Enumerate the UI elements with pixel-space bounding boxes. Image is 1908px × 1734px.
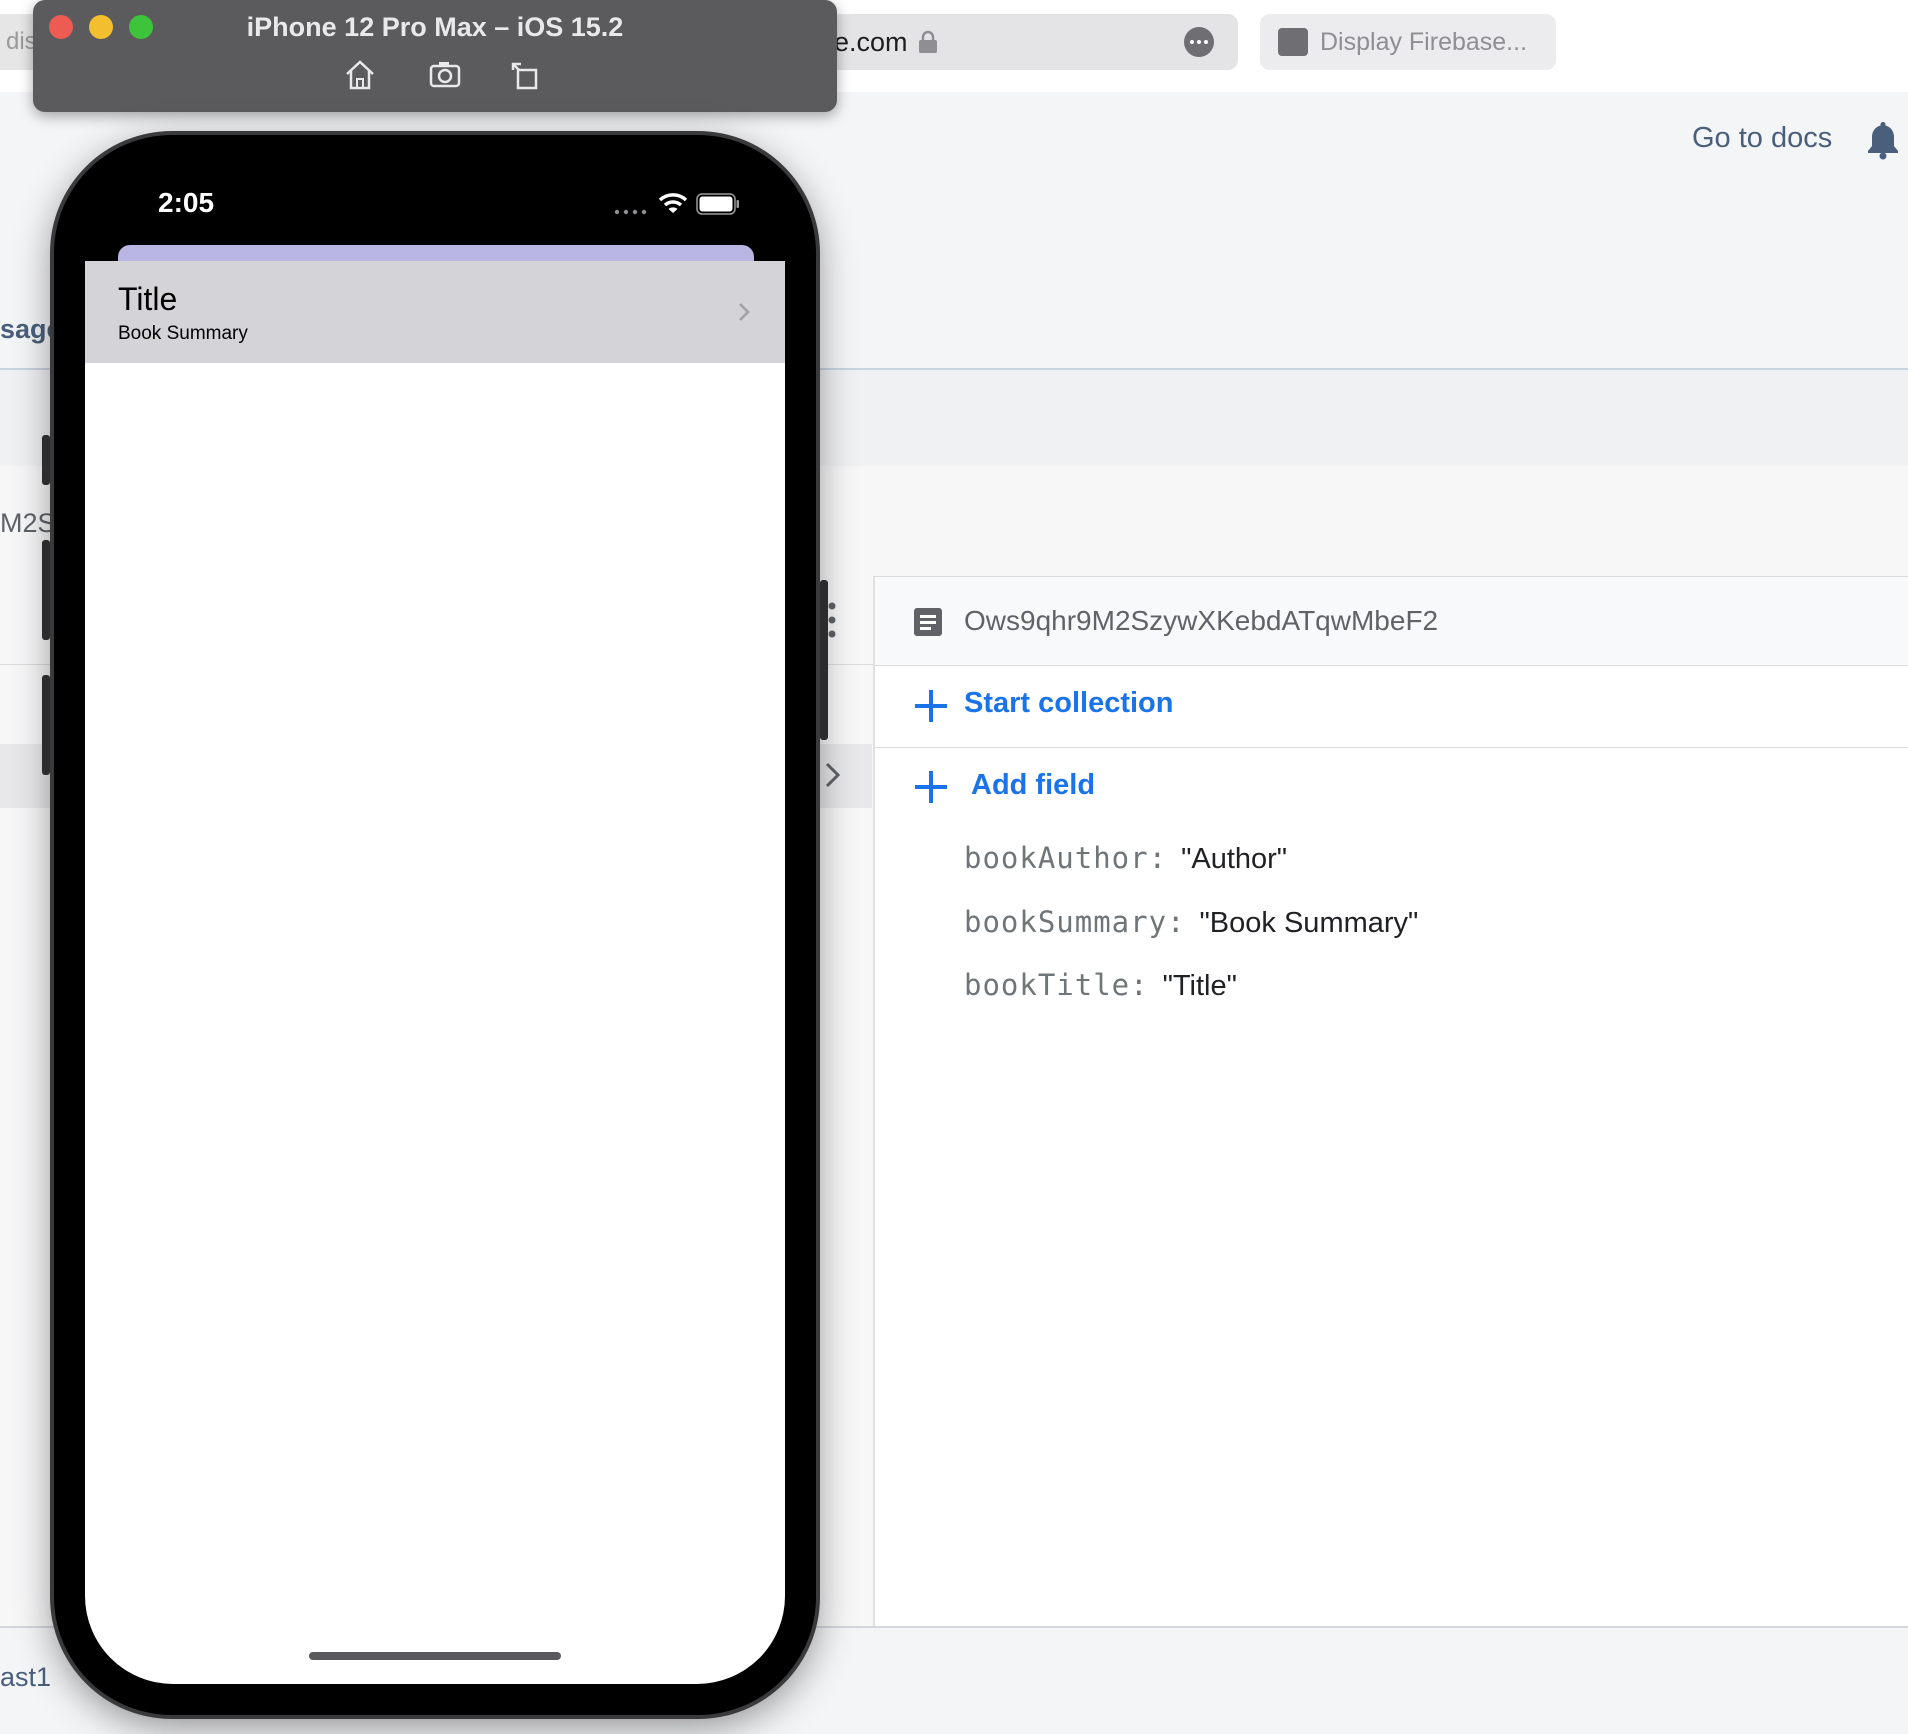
battery-icon bbox=[696, 193, 739, 215]
side-button bbox=[820, 580, 828, 740]
document-header: Ows9qhr9M2SzywXKebdATqwMbeF2 bbox=[875, 577, 1908, 666]
field-key: bookAuthor: bbox=[964, 841, 1168, 875]
bell-icon[interactable] bbox=[1866, 120, 1900, 160]
book-list-item[interactable]: Title Book Summary bbox=[85, 261, 785, 363]
document-icon bbox=[914, 608, 942, 636]
start-collection-label: Start collection bbox=[964, 687, 1174, 719]
document-id-fragment: M2S bbox=[0, 508, 56, 538]
home-indicator[interactable] bbox=[309, 1652, 561, 1660]
region-fragment: ast1 bbox=[0, 1662, 52, 1692]
mute-switch bbox=[42, 435, 50, 485]
chevron-right-icon bbox=[825, 762, 841, 788]
signal-icon bbox=[614, 209, 647, 215]
field-row[interactable]: bookTitle: "Title" bbox=[964, 968, 1237, 1003]
status-bar-time: 2:05 bbox=[158, 187, 215, 218]
volume-up-button bbox=[42, 540, 50, 640]
browser-tab-right[interactable]: Display Firebase... bbox=[1260, 14, 1556, 70]
more-icon[interactable] bbox=[1184, 27, 1214, 57]
field-key: bookSummary: bbox=[964, 905, 1186, 939]
screenshot-icon[interactable] bbox=[429, 58, 463, 92]
volume-down-button bbox=[42, 675, 50, 775]
add-field-button[interactable]: Add field bbox=[875, 747, 1255, 829]
app-screen: Title Book Summary bbox=[85, 261, 785, 1684]
address-text: e.com bbox=[834, 27, 908, 57]
rotate-icon[interactable] bbox=[509, 58, 543, 92]
plus-icon bbox=[915, 690, 947, 722]
document-id: Ows9qhr9M2SzywXKebdATqwMbeF2 bbox=[964, 605, 1439, 636]
chevron-right-icon bbox=[739, 303, 750, 321]
list-item-title: Title bbox=[118, 281, 178, 317]
lock-icon bbox=[919, 30, 937, 53]
simulator-title: iPhone 12 Pro Max – iOS 15.2 bbox=[246, 12, 624, 42]
list-item-subtitle: Book Summary bbox=[118, 323, 248, 344]
browser-tab-right-label: Display Firebase... bbox=[1320, 28, 1528, 56]
plus-icon bbox=[915, 771, 947, 803]
tab-favicon-icon bbox=[1278, 28, 1308, 56]
field-row[interactable]: bookSummary: "Book Summary" bbox=[964, 905, 1418, 940]
field-value: "Author" bbox=[1181, 843, 1288, 875]
simulator-titlebar[interactable]: iPhone 12 Pro Max – iOS 15.2 bbox=[33, 0, 837, 112]
field-value: "Title" bbox=[1162, 970, 1237, 1002]
iphone-frame: 2:05 Title Book Summary bbox=[42, 135, 828, 1715]
document-panel: Ows9qhr9M2SzywXKebdATqwMbeF2 Start colle… bbox=[873, 576, 1908, 1627]
home-icon[interactable] bbox=[343, 58, 377, 92]
add-field-label: Add field bbox=[971, 769, 1096, 801]
go-to-docs-link[interactable]: Go to docs bbox=[1692, 122, 1832, 155]
usage-tab-fragment[interactable]: sage bbox=[0, 314, 62, 345]
wifi-icon bbox=[658, 193, 688, 213]
start-collection-button[interactable]: Start collection bbox=[875, 665, 1908, 748]
field-row[interactable]: bookAuthor: "Author" bbox=[964, 841, 1287, 876]
field-key: bookTitle: bbox=[964, 968, 1149, 1002]
field-value: "Book Summary" bbox=[1199, 907, 1419, 939]
